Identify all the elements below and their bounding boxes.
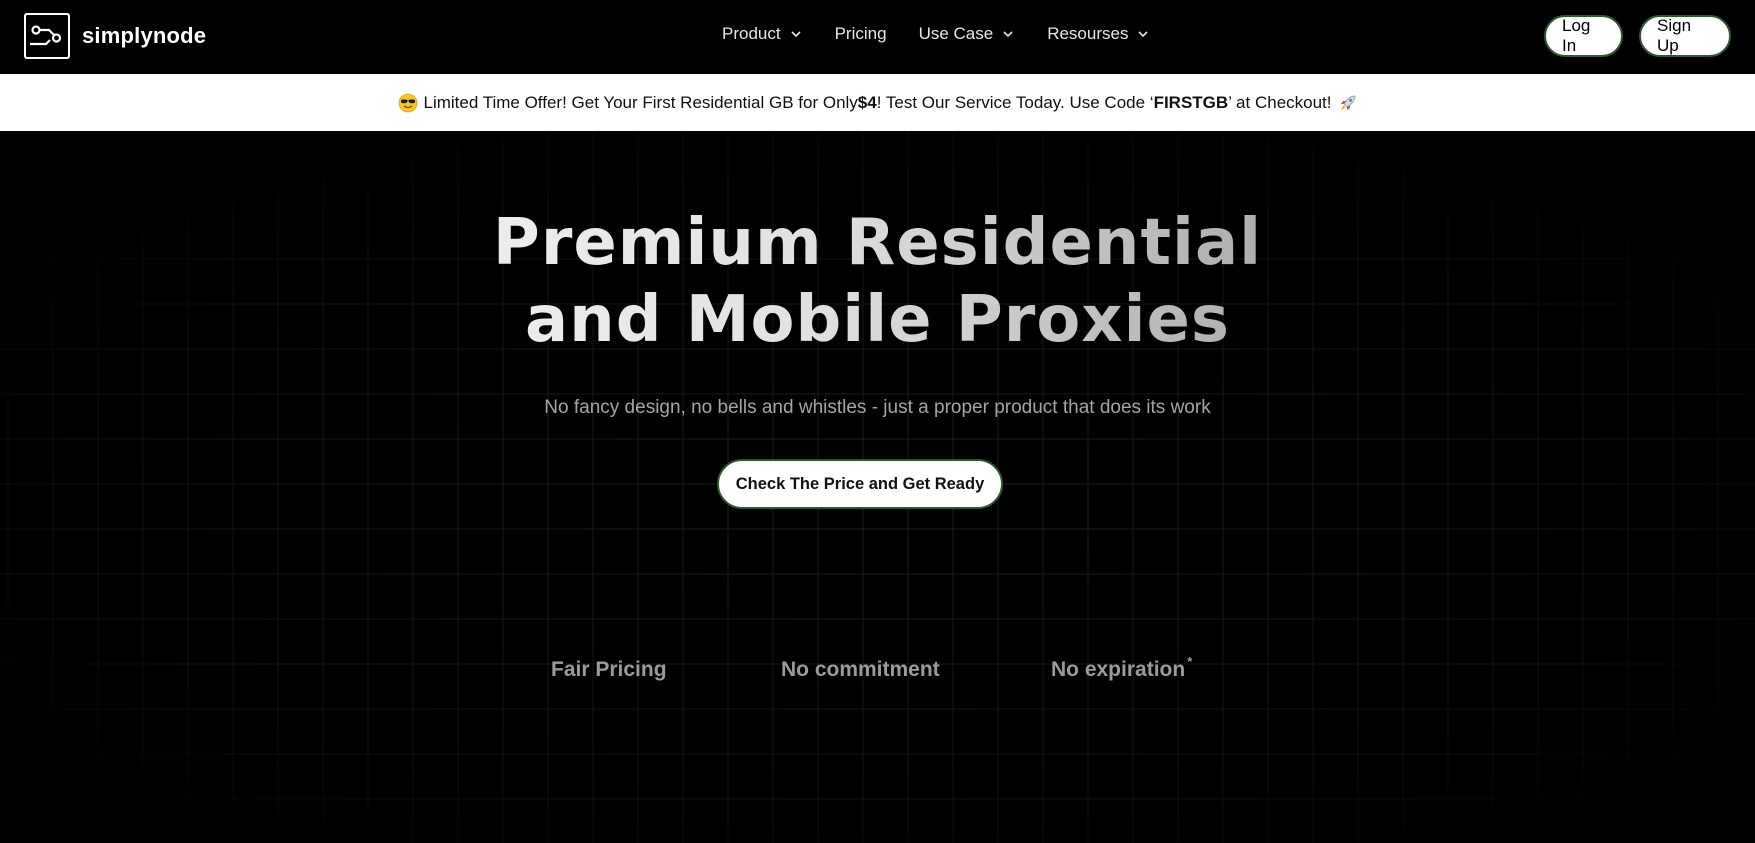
check-price-button[interactable]: Check The Price and Get Ready (717, 459, 1003, 509)
feature-no-commitment: No commitment (781, 658, 940, 682)
promo-code: FIRSTGB (1153, 92, 1229, 112)
feature-list: Fair Pricing No commitment No expiration… (0, 654, 1755, 688)
feature-label: Fair Pricing (551, 658, 667, 681)
nav-item-use-case[interactable]: Use Case (919, 24, 1014, 44)
feature-label: No commitment (781, 658, 940, 681)
hero-title: Premium Residential and Mobile Proxies (0, 205, 1755, 359)
feature-no-expiration: No expiration * (1051, 654, 1192, 682)
nav-item-label: Product (722, 24, 781, 43)
nav-item-resources[interactable]: Resourses (1047, 24, 1149, 44)
promo-price: $4 (857, 92, 877, 112)
feature-label: No expiration (1051, 658, 1186, 681)
top-navbar: simplynode Product Pricing Use Case Reso… (0, 0, 1755, 74)
promo-text-2: ! Test Our Service Today. Use Code ‘ (876, 92, 1154, 112)
auth-buttons: Log In Sign Up (1544, 15, 1731, 57)
hero-title-line-2: and Mobile Proxies (524, 283, 1231, 357)
rocket-emoji-icon (1340, 95, 1355, 110)
chevron-down-icon (1003, 31, 1013, 38)
hero-section: Premium Residential and Mobile Proxies N… (0, 131, 1755, 843)
nav-item-product[interactable]: Product (722, 24, 801, 44)
brand-logo[interactable]: simplynode (24, 13, 206, 59)
promo-text-3: ’ at Checkout! (1228, 92, 1332, 112)
logo-icon (24, 13, 70, 59)
login-button[interactable]: Log In (1544, 15, 1623, 57)
chevron-down-icon (791, 31, 801, 38)
sunglasses-emoji-icon (398, 93, 417, 112)
hero-subtitle: No fancy design, no bells and whistles -… (544, 397, 1211, 418)
footnote-asterisk: * (1187, 654, 1193, 669)
signup-button[interactable]: Sign Up (1639, 15, 1731, 57)
nav-item-label: Pricing (834, 24, 887, 43)
brand-name: simplynode (82, 23, 207, 48)
promo-text-1: Limited Time Offer! Get Your First Resid… (423, 92, 858, 112)
nav-item-label: Use Case (918, 24, 994, 43)
feature-fair-pricing: Fair Pricing (551, 658, 667, 682)
hero-title-line-1: Premium Residential (492, 206, 1263, 280)
nav-item-label: Resourses (1047, 24, 1129, 43)
nav-item-pricing[interactable]: Pricing (835, 24, 887, 44)
chevron-down-icon (1138, 31, 1149, 38)
promo-banner: Limited Time Offer! Get Your First Resid… (0, 74, 1755, 131)
main-menu: Product Pricing Use Case Resourses (722, 24, 1149, 44)
